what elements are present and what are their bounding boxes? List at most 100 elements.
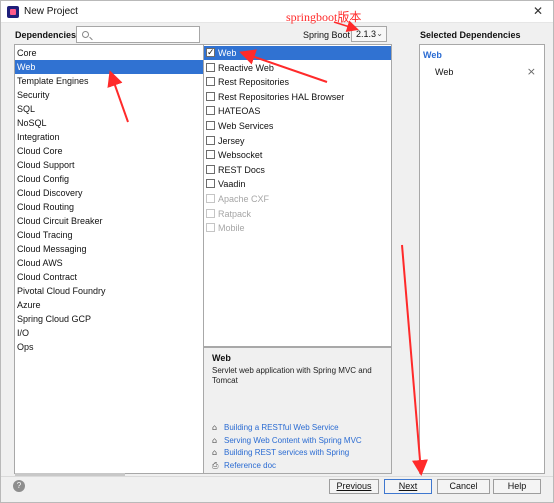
category-item[interactable]: Spring Cloud GCP <box>15 312 203 326</box>
dependency-checkbox[interactable] <box>206 150 215 160</box>
description-text: Servlet web application with Spring MVC … <box>212 366 372 385</box>
dependency-checkbox <box>206 223 215 233</box>
dependency-item[interactable]: Web <box>204 46 391 60</box>
guide-link-label: Building a RESTful Web Service <box>224 423 339 432</box>
dependency-label: Rest Repositories HAL Browser <box>218 91 345 102</box>
category-item[interactable]: Pivotal Cloud Foundry <box>15 284 203 298</box>
dependency-item[interactable]: Jersey <box>204 134 391 148</box>
window-title: New Project <box>24 6 78 17</box>
intellij-logo-icon <box>7 6 19 18</box>
spring-boot-version-select[interactable]: 2.1.3 ⌄ <box>351 26 387 42</box>
next-button-label: Next <box>398 481 418 491</box>
dependency-item: Mobile <box>204 221 391 235</box>
dependency-item[interactable]: Websocket <box>204 148 391 162</box>
category-item[interactable]: Web <box>15 60 203 74</box>
dependency-checkbox[interactable] <box>206 135 215 145</box>
category-item[interactable]: Ops <box>15 340 203 354</box>
selected-dependencies-label: Selected Dependencies <box>420 30 521 40</box>
dependency-item[interactable]: Web Services <box>204 119 391 133</box>
category-item[interactable]: SQL <box>15 102 203 116</box>
dependency-label: Web Services <box>218 121 274 131</box>
new-project-dialog: New Project ✕ Dependencies Spring Boot 2… <box>0 0 554 503</box>
footer-divider <box>1 476 553 477</box>
selected-group-title: Web <box>423 50 442 60</box>
dependency-label: Jersey <box>218 135 245 146</box>
dependency-label: Rest Repositories <box>218 77 290 88</box>
dependency-item[interactable]: REST Docs <box>204 163 391 177</box>
category-item[interactable]: Cloud Config <box>15 172 203 186</box>
dependency-item[interactable]: Rest Repositories HAL Browser <box>204 90 391 104</box>
selected-dependencies-panel: Web Web × <box>419 44 545 474</box>
dependency-label: HATEOAS <box>218 106 261 117</box>
dependency-checkbox[interactable] <box>206 77 215 87</box>
category-item[interactable]: Template Engines <box>15 74 203 88</box>
category-item[interactable]: Cloud Support <box>15 158 203 172</box>
dependency-label: Mobile <box>218 223 245 234</box>
home-icon: ⌂ <box>212 435 218 445</box>
previous-button[interactable]: Previous <box>329 479 379 494</box>
dependencies-label: Dependencies <box>15 30 77 40</box>
dependency-search-input[interactable] <box>76 26 200 43</box>
dependency-label: Ratpack <box>218 208 252 219</box>
dependency-checkbox[interactable] <box>206 164 215 174</box>
dependency-checkbox <box>206 208 215 218</box>
dependency-item: Ratpack <box>204 207 391 221</box>
category-item[interactable]: Cloud Core <box>15 144 203 158</box>
description-title: Web <box>212 353 231 363</box>
spring-boot-version-value: 2.1.3 <box>356 29 377 39</box>
dependency-label: Vaadin <box>218 179 246 190</box>
dependency-checkbox[interactable] <box>206 121 215 130</box>
dependency-item: Apache CXF <box>204 192 391 206</box>
previous-button-label: Previous <box>336 481 372 491</box>
dependency-label: Websocket <box>218 150 263 161</box>
category-item[interactable]: Core <box>15 46 203 60</box>
dependency-checkbox[interactable] <box>206 91 215 101</box>
category-item[interactable]: Cloud Messaging <box>15 242 203 256</box>
close-button[interactable]: ✕ <box>523 1 553 22</box>
dependency-item[interactable]: Reactive Web <box>204 61 391 75</box>
category-item[interactable]: Security <box>15 88 203 102</box>
category-item[interactable]: Cloud Circuit Breaker <box>15 214 203 228</box>
category-item[interactable]: Cloud Tracing <box>15 228 203 242</box>
category-item[interactable]: Azure <box>15 298 203 312</box>
help-icon[interactable]: ? <box>13 480 25 492</box>
dependency-checkbox[interactable] <box>206 46 215 60</box>
dependency-list: Web Reactive Web Rest Repositories Rest Rep… <box>204 44 392 347</box>
next-button[interactable]: Next <box>384 479 432 494</box>
chevron-down-icon: ⌄ <box>376 29 383 38</box>
category-item[interactable]: Cloud AWS <box>15 256 203 270</box>
help-button[interactable]: Help <box>493 479 541 494</box>
guide-link-label: Building REST services with Spring <box>224 448 350 457</box>
category-item[interactable]: Cloud Contract <box>15 270 203 284</box>
category-item[interactable]: Integration <box>15 130 203 144</box>
dependency-checkbox[interactable] <box>206 106 215 116</box>
dependency-checkbox[interactable] <box>206 62 215 72</box>
dependency-label: Reactive Web <box>218 62 274 73</box>
dependency-label: REST Docs <box>218 164 265 175</box>
dependency-item[interactable]: HATEOAS <box>204 104 391 118</box>
guide-link-label: Reference doc <box>224 460 277 470</box>
title-bar: New Project ✕ <box>1 1 553 23</box>
search-icon <box>82 31 89 38</box>
category-item[interactable]: Cloud Routing <box>15 200 203 214</box>
doc-icon: ⎙ <box>212 460 219 470</box>
dependency-item[interactable]: Rest Repositories <box>204 75 391 89</box>
dependency-item[interactable]: Vaadin <box>204 177 391 191</box>
category-list: Core Web Template Engines Security SQL NoSQL I… <box>14 44 204 474</box>
dependency-checkbox <box>206 194 215 203</box>
dependency-checkbox[interactable] <box>206 179 215 189</box>
home-icon: ⌂ <box>212 423 218 432</box>
category-item[interactable]: NoSQL <box>15 116 203 130</box>
remove-dependency-icon[interactable]: × <box>527 65 536 78</box>
category-item[interactable]: Cloud Discovery <box>15 186 203 200</box>
dependency-label: Web <box>218 48 237 58</box>
version-annotation: springboot版本 <box>286 10 362 24</box>
cancel-button[interactable]: Cancel <box>437 479 490 494</box>
guide-link-label: Serving Web Content with Spring MVC <box>224 435 362 445</box>
spring-boot-label: Spring Boot <box>303 30 351 40</box>
dependency-description: Web Servlet web application with Spring … <box>204 347 392 474</box>
dependency-label: Apache CXF <box>218 194 270 204</box>
selected-dependency-item: Web <box>435 67 454 77</box>
category-item[interactable]: I/O <box>15 326 203 340</box>
home-icon: ⌂ <box>212 448 218 457</box>
